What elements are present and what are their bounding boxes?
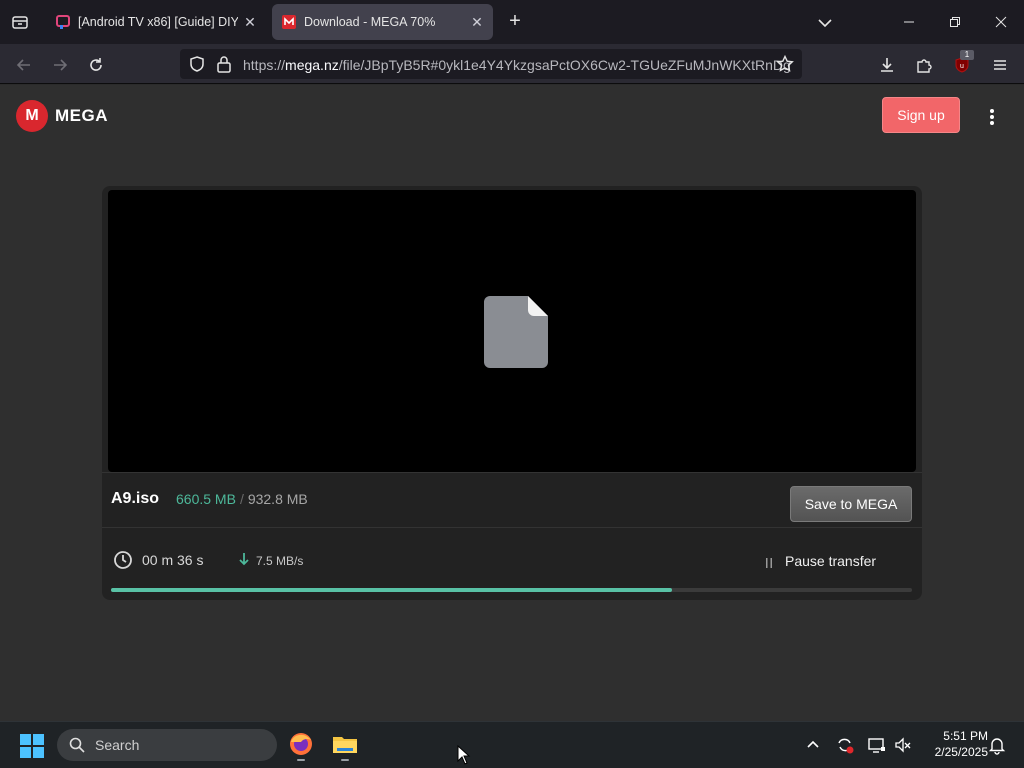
transfer-status-row: 00 m 36 s 7.5 MB/s Pause transfer [102,528,922,600]
clock-icon [113,550,133,570]
diytv-favicon-icon [56,15,70,29]
notification-bell-icon[interactable] [987,735,1007,755]
tab-mega-download[interactable]: Download - MEGA 70% ✕ [272,4,493,40]
clock-time: 5:51 PM [943,729,988,743]
extension-count-badge: 1 [960,50,974,60]
show-hidden-icons-chevron-icon[interactable] [803,735,823,755]
list-all-tabs-icon[interactable] [814,12,836,34]
browser-tab-strip: [Android TV x86] [Guide] DIYTV ✕ Downloa… [0,0,1024,44]
sign-up-button[interactable]: Sign up [882,97,960,133]
size-separator: / [239,491,244,507]
bookmark-star-icon[interactable] [776,54,794,78]
file-preview [108,190,916,472]
network-display-icon[interactable] [867,735,887,755]
tab-diytv[interactable]: [Android TV x86] [Guide] DIYTV ✕ [46,4,266,40]
progress-bar [111,588,912,592]
close-tab-icon[interactable]: ✕ [238,14,262,31]
file-info-row: A9.iso 660.5 MB/932.8 MB Save to MEGA [102,472,922,528]
forward-arrow-icon[interactable] [47,52,73,78]
extensions-puzzle-icon[interactable] [911,52,937,78]
search-label: Search [95,737,140,753]
mega-logo-text: MEGA [55,106,108,125]
close-window-icon[interactable] [986,8,1016,36]
file-name: A9.iso [111,490,160,507]
svg-text:u: u [960,63,964,70]
tab-title: Download - MEGA 70% [304,15,436,29]
tab-title: [Android TV x86] [Guide] DIYTV [78,15,238,29]
menu-hamburger-icon[interactable] [987,52,1013,78]
time-remaining: 00 m 36 s [142,552,204,568]
taskbar-clock[interactable]: 5:51 PM 2/25/2025 [918,728,988,760]
mouse-cursor-icon [457,744,471,765]
mega-logo-icon: M [16,100,48,132]
url-host: mega.nz [285,57,339,73]
new-tab-button[interactable]: + [503,10,527,34]
windows-taskbar: Search 5:51 PM 2/25/2025 [0,721,1024,768]
transfer-speed: 7.5 MB/s [256,554,304,568]
search-icon [69,737,85,753]
file-icon [484,296,548,368]
file-size: 660.5 MB/932.8 MB [176,491,308,507]
sync-icon[interactable] [835,735,855,755]
windows-start-icon[interactable] [20,734,44,758]
back-arrow-icon[interactable] [11,52,37,78]
total-size: 932.8 MB [247,491,308,507]
mega-page: M MEGA Sign up A9.iso 660.5 MB/932.8 MB … [0,85,1024,721]
clock-date: 2/25/2025 [934,745,988,759]
url-text[interactable]: https://mega.nz/file/JBpTyB5R#0ykl1e4Y4Y… [243,57,791,73]
close-tab-icon[interactable]: ✕ [465,14,489,31]
pause-icon[interactable] [764,555,774,568]
running-indicator [341,759,349,761]
shield-icon[interactable] [188,55,206,78]
save-to-mega-button[interactable]: Save to MEGA [790,486,912,522]
downloads-icon[interactable] [874,52,900,78]
url-bar[interactable]: https://mega.nz/file/JBpTyB5R#0ykl1e4Y4Y… [180,49,802,79]
pause-transfer-button[interactable]: Pause transfer [785,553,876,569]
volume-muted-icon[interactable] [893,735,913,755]
more-options-icon[interactable] [982,105,1002,129]
navigation-toolbar: https://mega.nz/file/JBpTyB5R#0ykl1e4Y4Y… [0,44,1024,84]
running-indicator [297,759,305,761]
download-arrow-icon [238,552,250,566]
mega-favicon-icon [282,15,296,29]
restore-window-icon[interactable] [940,8,970,36]
downloaded-size: 660.5 MB [176,491,236,507]
taskbar-search-box[interactable]: Search [57,729,277,761]
mega-logo[interactable]: M MEGA [16,100,108,132]
minimize-window-icon[interactable] [894,8,924,36]
reload-icon[interactable] [83,52,109,78]
progress-fill [111,588,672,592]
firefox-taskbar-icon[interactable] [287,730,315,761]
url-scheme: https:// [243,57,286,73]
file-explorer-taskbar-icon[interactable] [331,730,359,761]
tab-list-icon[interactable] [8,10,32,34]
url-path: /file/JBpTyB5R#0ykl1e4Y4YkzgsaPctOX6Cw2-… [338,57,791,73]
download-card: A9.iso 660.5 MB/932.8 MB Save to MEGA 00… [102,186,922,600]
lock-icon[interactable] [216,55,232,78]
